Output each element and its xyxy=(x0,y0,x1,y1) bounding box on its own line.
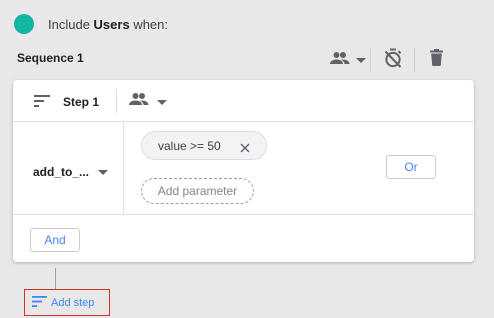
status-dot xyxy=(14,14,34,34)
event-dropdown[interactable]: add_to_... xyxy=(33,163,109,181)
condition-row: add_to_... value >= 50 Add parameter Or xyxy=(13,122,474,215)
header-entity: Users xyxy=(93,16,130,32)
or-button[interactable]: Or xyxy=(386,155,436,179)
event-label: add_to_... xyxy=(33,165,90,179)
step-connector-line xyxy=(55,268,56,289)
sort-icon xyxy=(34,94,50,112)
step-scope-dropdown[interactable] xyxy=(129,92,167,111)
delete-sequence-button[interactable] xyxy=(415,47,457,73)
sequence-scope-dropdown[interactable] xyxy=(326,47,370,73)
condition-header: Include Users when: xyxy=(14,13,168,35)
sequence-title: Sequence 1 xyxy=(17,51,84,65)
row-divider xyxy=(123,122,124,215)
sort-icon xyxy=(32,294,47,312)
people-icon xyxy=(129,92,149,111)
add-parameter-button[interactable]: Add parameter xyxy=(141,178,254,204)
step-card: Step 1 add_to_... value >= 50 Add parame… xyxy=(13,80,474,262)
chevron-down-icon xyxy=(98,163,109,181)
step-header-divider xyxy=(116,89,117,113)
time-constraint-button[interactable] xyxy=(371,47,414,73)
step-label: Step 1 xyxy=(63,95,100,109)
stopwatch-off-icon xyxy=(384,48,402,73)
chevron-down-icon xyxy=(356,51,366,69)
close-icon[interactable] xyxy=(240,140,250,158)
add-step-button[interactable]: Add step xyxy=(24,289,110,316)
trash-icon xyxy=(429,49,443,71)
chevron-down-icon xyxy=(157,93,167,111)
parameter-chip[interactable]: value >= 50 xyxy=(141,131,267,160)
and-button[interactable]: And xyxy=(30,228,80,252)
people-icon xyxy=(330,51,350,70)
chip-label: value >= 50 xyxy=(158,138,221,153)
sequence-toolbar xyxy=(326,47,457,73)
header-suffix: when: xyxy=(133,16,169,32)
add-step-label: Add step xyxy=(51,296,95,309)
header-prefix: Include xyxy=(48,16,90,32)
step-header: Step 1 xyxy=(13,80,474,122)
header-text: Include Users when: xyxy=(48,17,168,32)
